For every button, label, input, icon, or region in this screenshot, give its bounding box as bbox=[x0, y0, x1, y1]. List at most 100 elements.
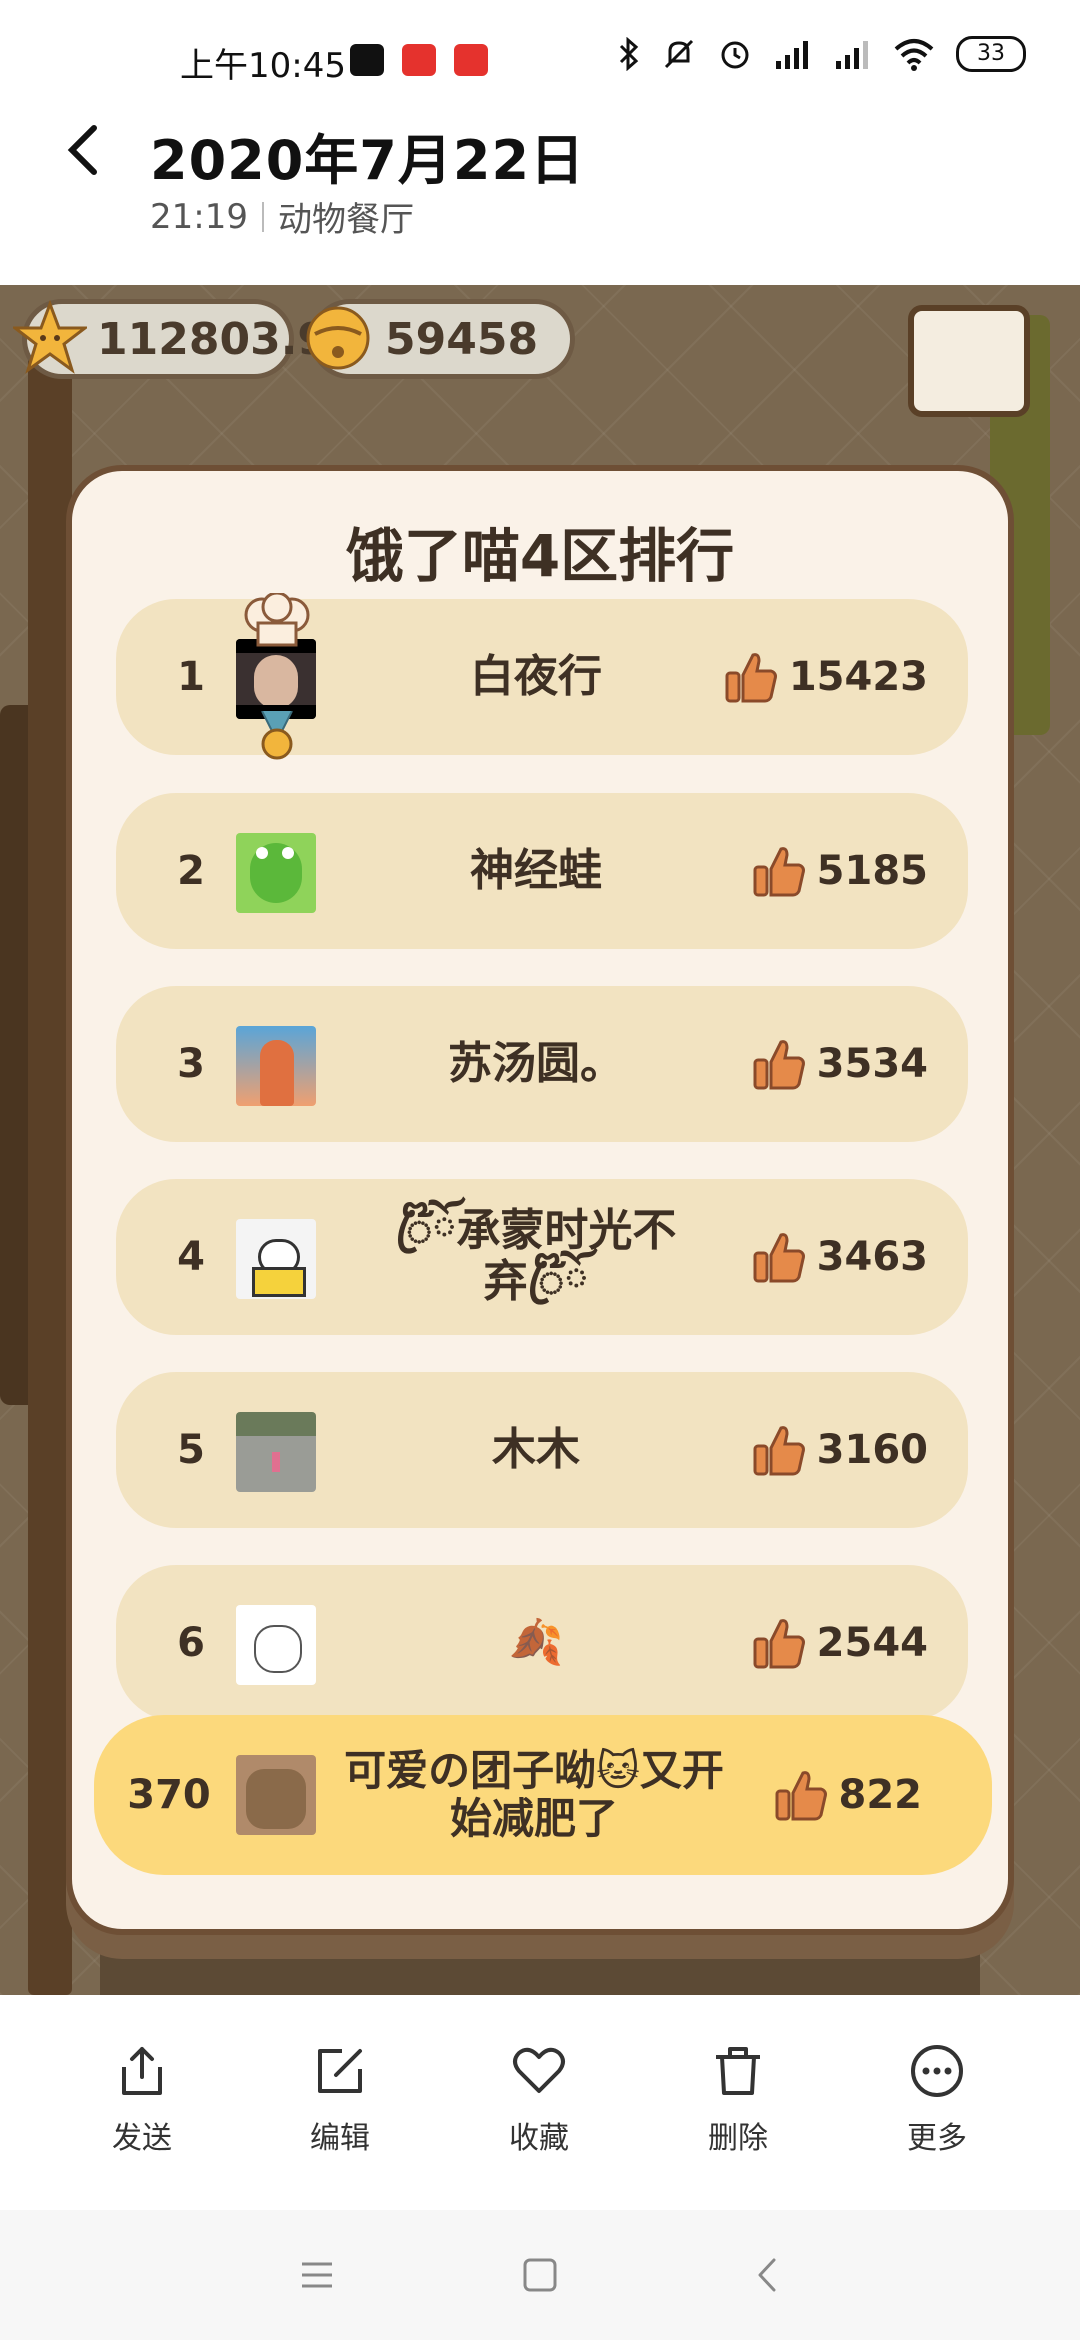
ranking-row[interactable]: 1 白夜行 15423 bbox=[116, 593, 968, 760]
player-name: 苏汤圆。 bbox=[448, 1037, 624, 1089]
app-notification-icon bbox=[402, 44, 436, 76]
bell-icon bbox=[306, 306, 370, 370]
delete-button[interactable]: 删除 bbox=[668, 2043, 808, 2173]
edit-icon bbox=[318, 2049, 362, 2093]
favorite-button[interactable]: 收藏 bbox=[469, 2043, 609, 2173]
edit-label: 编辑 bbox=[310, 2121, 370, 2156]
news-app-icon bbox=[454, 44, 488, 76]
send-button[interactable]: 发送 bbox=[72, 2043, 212, 2173]
likes-count: 5185 bbox=[751, 793, 928, 949]
send-label: 发送 bbox=[112, 2121, 172, 2156]
avatar-figure bbox=[246, 1769, 306, 1829]
header: 2020年7月22日 21:19 动物餐厅 bbox=[0, 120, 1080, 285]
notice-board-icon bbox=[908, 305, 1030, 417]
likes-value: 3160 bbox=[816, 1427, 928, 1473]
likes-value: 3463 bbox=[816, 1234, 928, 1280]
alarm-icon bbox=[721, 41, 749, 69]
mute-icon bbox=[664, 39, 694, 69]
avatar bbox=[236, 1219, 316, 1299]
status-indicators: 33 bbox=[618, 36, 1026, 72]
bell-currency: 59458 bbox=[306, 299, 575, 379]
thumbs-up-icon bbox=[725, 653, 777, 703]
thumbs-up-icon bbox=[753, 847, 805, 897]
avatar bbox=[236, 1412, 316, 1492]
avatar bbox=[236, 639, 316, 719]
player-name: 白夜行 bbox=[470, 650, 602, 702]
avatar bbox=[236, 1026, 316, 1106]
subtitle-divider bbox=[261, 201, 264, 232]
star-currency: 112803.9 bbox=[13, 299, 328, 379]
ranking-title: 饿了喵4区排行 bbox=[345, 522, 735, 590]
tiktok-icon bbox=[350, 44, 384, 76]
player-name: 可爱の团子呦🐱又开始减肥了 bbox=[344, 1745, 724, 1843]
frog-eye bbox=[282, 847, 294, 859]
likes-value: 2544 bbox=[816, 1620, 928, 1666]
menu-icon bbox=[302, 2262, 332, 2288]
album-name[interactable]: 动物餐厅 bbox=[278, 192, 414, 241]
more-label: 更多 bbox=[907, 2121, 967, 2156]
avatar bbox=[236, 1605, 316, 1685]
trash-icon bbox=[716, 2047, 760, 2095]
player-name: ꦿ໊ོ承蒙时光不弃ꦿ໊ོ bbox=[395, 1205, 677, 1307]
delete-label: 删除 bbox=[708, 2121, 768, 2156]
home-square-icon bbox=[523, 2258, 557, 2292]
bunny-book bbox=[252, 1267, 306, 1297]
bunny-sketch bbox=[254, 1625, 302, 1673]
avatar-figure bbox=[272, 1452, 280, 1472]
likes-value: 822 bbox=[838, 1772, 923, 1818]
photo-subtitle: 21:19 动物餐厅 bbox=[150, 192, 414, 241]
ranking-row[interactable]: 3 苏汤圆。 3534 bbox=[116, 986, 968, 1142]
notification-icons bbox=[350, 44, 488, 76]
bluetooth-icon bbox=[619, 37, 639, 71]
ranking-row[interactable]: 6 🍂 2544 bbox=[116, 1565, 968, 1721]
avatar bbox=[236, 833, 316, 913]
player-name: 木木 bbox=[492, 1423, 580, 1475]
photo-date-title: 2020年7月22日 bbox=[150, 129, 586, 192]
back-button[interactable] bbox=[62, 120, 122, 182]
back-triangle-icon bbox=[758, 2258, 776, 2292]
ranking-row[interactable]: 2 神经蛙 5185 bbox=[116, 793, 968, 949]
likes-value: 5185 bbox=[816, 848, 928, 894]
system-nav-bar bbox=[0, 2210, 1080, 2340]
ranking-panel: 饿了喵4区排行 1 白夜行 15423 2 神经蛙 5185 3 苏汤圆。 35… bbox=[66, 465, 1014, 1935]
avatar-face bbox=[254, 655, 298, 709]
likes-value: 3534 bbox=[816, 1041, 928, 1087]
thumbs-up-icon bbox=[753, 1040, 805, 1090]
ranking-row[interactable]: 5 木木 3160 bbox=[116, 1372, 968, 1528]
thumbs-up-icon bbox=[753, 1233, 805, 1283]
edit-button[interactable]: 编辑 bbox=[270, 2043, 410, 2173]
thumbs-up-icon bbox=[753, 1426, 805, 1476]
menu-button[interactable] bbox=[292, 2250, 342, 2300]
more-icon bbox=[911, 2045, 963, 2097]
nav-back-button[interactable] bbox=[742, 2250, 792, 2300]
photo-image[interactable]: 112803.9 59458 饿了喵4区排行 1 白夜行 15423 2 神经蛙… bbox=[0, 285, 1080, 1995]
likes-count: 15423 bbox=[723, 599, 928, 755]
likes-count: 3534 bbox=[751, 986, 928, 1142]
player-name: 神经蛙 bbox=[470, 844, 602, 896]
favorite-label: 收藏 bbox=[509, 2121, 569, 2156]
chef-hat-icon bbox=[244, 593, 310, 647]
likes-count: 3463 bbox=[751, 1179, 928, 1335]
likes-count: 822 bbox=[773, 1715, 923, 1875]
photo-time: 21:19 bbox=[150, 196, 248, 237]
signal-icon-2 bbox=[836, 41, 868, 69]
likes-count: 2544 bbox=[751, 1565, 928, 1721]
thumbs-up-icon bbox=[775, 1771, 827, 1821]
star-icon bbox=[13, 300, 87, 374]
heart-icon bbox=[513, 2047, 565, 2093]
battery-indicator: 33 bbox=[956, 36, 1026, 72]
avatar bbox=[236, 1755, 316, 1835]
ranking-row[interactable]: 4 ꦿ໊ོ承蒙时光不弃ꦿ໊ོ 3463 bbox=[116, 1179, 968, 1335]
likes-count: 3160 bbox=[751, 1372, 928, 1528]
avatar-figure bbox=[260, 1040, 294, 1106]
photo-toolbar: 发送 编辑 收藏 删除 更多 bbox=[0, 1995, 1080, 2211]
player-name: 🍂 bbox=[508, 1616, 564, 1668]
home-button[interactable] bbox=[515, 2250, 565, 2300]
more-button[interactable]: 更多 bbox=[867, 2043, 1007, 2173]
frog-eye bbox=[256, 847, 268, 859]
rank-number: 370 bbox=[127, 1772, 211, 1818]
medal-icon bbox=[261, 711, 293, 760]
status-bar: 上午10:45 33 bbox=[0, 0, 1080, 120]
share-icon bbox=[122, 2047, 162, 2095]
my-ranking-row[interactable]: 370 可爱の团子呦🐱又开始减肥了 822 bbox=[94, 1715, 992, 1875]
